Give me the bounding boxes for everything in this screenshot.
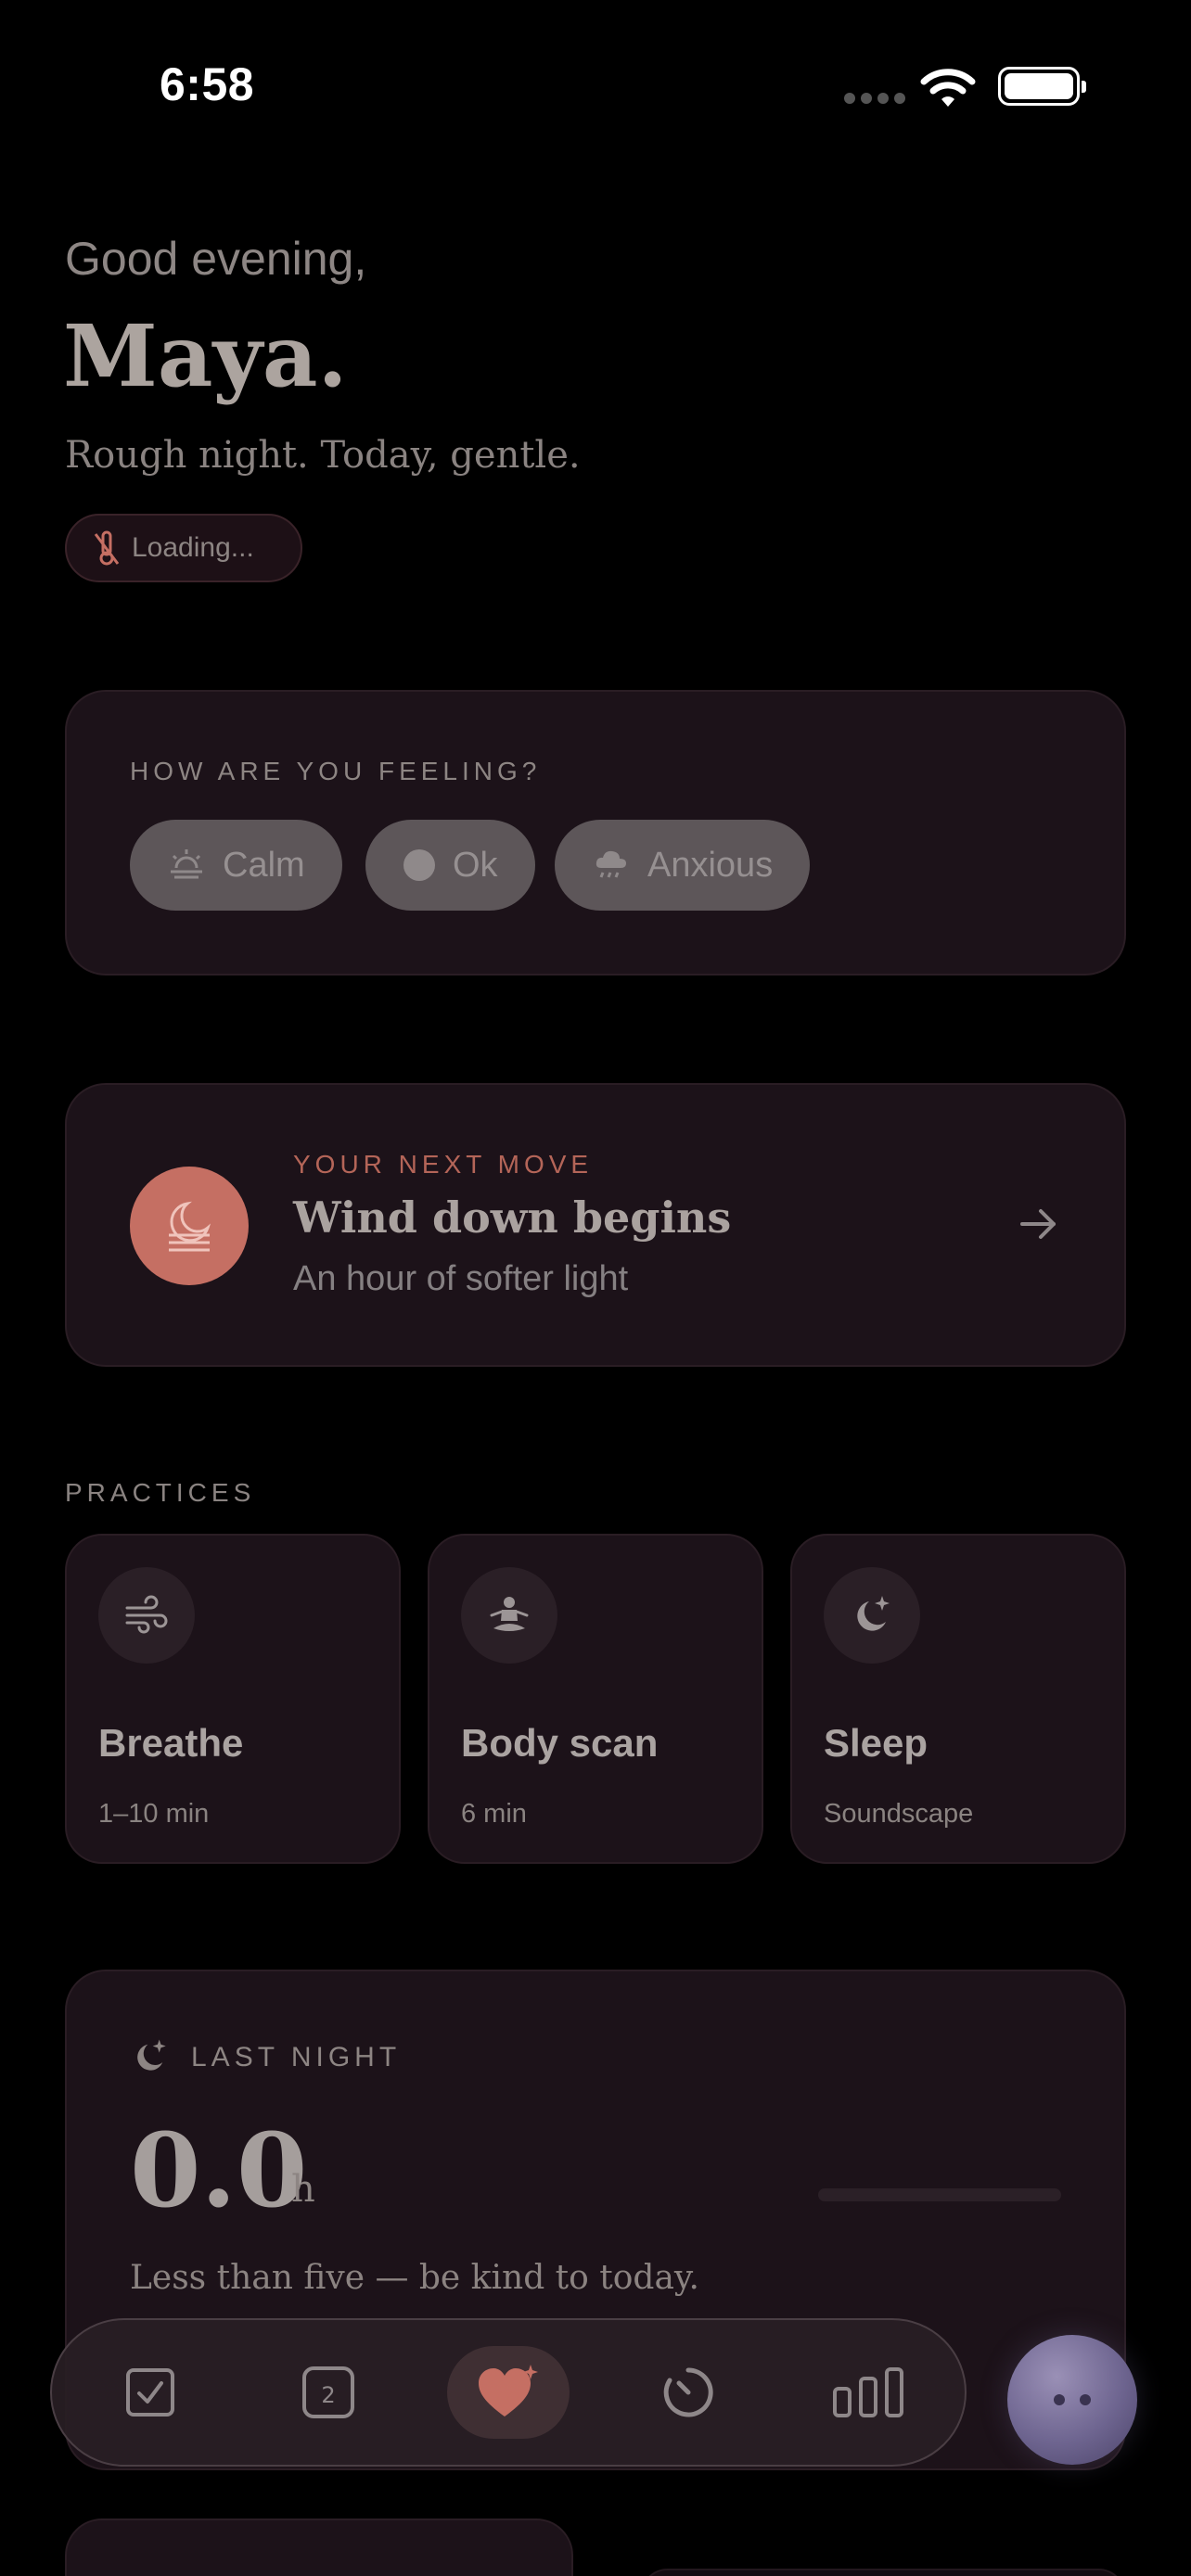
practice-subtitle: 1–10 min [98,1799,210,1829]
next-move-subtitle: An hour of softer light [293,1259,629,1298]
moon-waves-icon [169,1201,211,1252]
next-card-peek [640,2569,1126,2576]
mood-anxious-chip[interactable]: Anxious [555,820,811,911]
sleep-note: Less than five — be kind to today. [130,2259,699,2297]
practice-icon-badge [98,1567,195,1664]
tab-timer[interactable] [627,2346,749,2439]
weather-pill[interactable]: Loading... [65,514,302,582]
next-card-peek [65,2519,573,2576]
mood-ok-label: Ok [453,845,498,885]
mood-anxious-label: Anxious [647,845,774,885]
cellular-signal-icon [844,93,905,104]
tab-calendar[interactable]: 2 [267,2346,390,2439]
next-move-icon-badge [130,1167,249,1285]
battery-icon [998,67,1086,106]
mood-calm-label: Calm [223,845,305,885]
practice-card-breathe[interactable]: Breathe 1–10 min [65,1534,401,1864]
sleep-hours-value: 0.0 [130,2111,308,2230]
checkbox-icon [126,2368,174,2417]
thermometer-off-icon [94,530,120,566]
greeting-hello: Good evening, [65,233,367,285]
practices-label: PRACTICES [65,1478,256,1507]
practice-icon-badge [461,1567,557,1664]
weather-pill-label: Loading... [132,532,254,563]
orb-eye [1054,2394,1065,2405]
timer-icon [663,2367,713,2417]
rain-cloud-icon [596,850,626,878]
feeling-label: HOW ARE YOU FEELING? [130,757,542,785]
mood-ok-chip[interactable]: Ok [365,820,535,911]
moon-stars-icon [137,2039,166,2071]
heart-sparkle-icon [479,2365,538,2417]
practice-title: Body scan [461,1721,659,1765]
meditation-icon [490,1597,529,1631]
sleep-hours-unit: h [291,2168,315,2211]
calendar-day-icon: 2 [302,2366,354,2418]
next-move-label: YOUR NEXT MOVE [293,1150,594,1179]
sleep-progress-bar [818,2188,1061,2201]
practice-subtitle: Soundscape [824,1799,974,1829]
practice-icon-badge [824,1567,920,1664]
practice-title: Breathe [98,1721,244,1765]
wifi-icon [920,69,976,107]
wind-icon [125,1595,168,1634]
bar-chart-icon [833,2367,903,2417]
last-night-label: LAST NIGHT [191,2042,402,2072]
moon-stars-icon [857,1596,890,1631]
next-move-title: Wind down begins [293,1192,732,1243]
user-name: Maya. [63,306,348,406]
practice-subtitle: 6 min [461,1799,527,1829]
svg-text:2: 2 [321,2382,335,2408]
greeting-subtitle: Rough night. Today, gentle. [65,434,581,477]
sunrise-icon [171,849,202,879]
arrow-right-icon[interactable] [1017,1205,1061,1243]
mood-calm-chip[interactable]: Calm [130,820,342,911]
tab-tasks[interactable] [89,2346,211,2439]
status-time: 6:58 [160,58,255,110]
orb-eye [1080,2394,1091,2405]
tab-wellbeing[interactable] [447,2346,570,2439]
assistant-orb-button[interactable] [1007,2335,1137,2465]
tab-stats[interactable] [807,2346,929,2439]
dot-icon [403,849,435,881]
practice-card-sleep[interactable]: Sleep Soundscape [790,1534,1126,1864]
practice-title: Sleep [824,1721,928,1765]
practice-card-body-scan[interactable]: Body scan 6 min [428,1534,763,1864]
